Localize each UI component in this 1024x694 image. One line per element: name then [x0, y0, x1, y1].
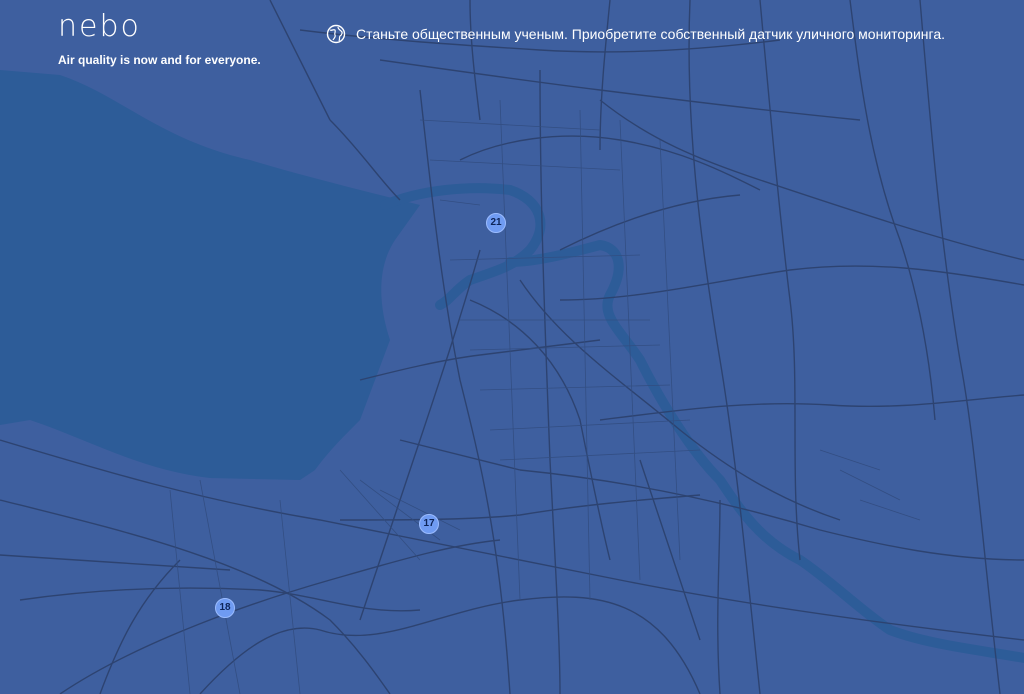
citizen-science-text: Станьте общественным ученым. Приобретите… [356, 26, 945, 42]
map-layer [0, 0, 1024, 694]
tagline: Air quality is now and for everyone. [58, 53, 261, 67]
nebo-logo[interactable]: nebo [58, 10, 141, 44]
citizen-science-link[interactable]: Станьте общественным ученым. Приобретите… [326, 24, 945, 44]
map-canvas[interactable]: 21 17 18 [0, 0, 1024, 694]
cluster-marker[interactable]: 17 [419, 514, 439, 534]
globe-icon [326, 24, 346, 44]
cluster-marker[interactable]: 21 [486, 213, 506, 233]
cluster-marker[interactable]: 18 [215, 598, 235, 618]
